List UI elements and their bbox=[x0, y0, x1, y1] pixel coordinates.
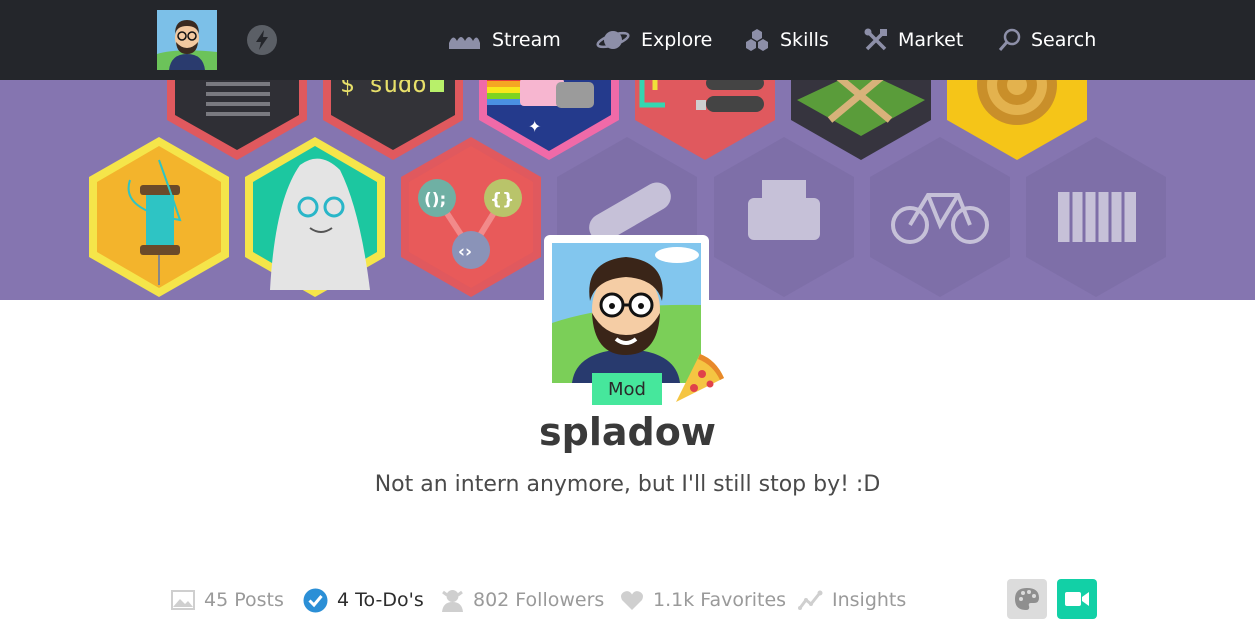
followers-icon bbox=[442, 590, 463, 612]
stat-todos[interactable]: 4 To-Do's bbox=[303, 586, 424, 614]
svg-text:();: (); bbox=[424, 190, 446, 210]
nav-market[interactable]: Market bbox=[864, 26, 963, 54]
code-toggle-hexagon[interactable] bbox=[635, 80, 775, 160]
piano-hexagon[interactable] bbox=[1026, 137, 1166, 297]
tree-rings-hexagon[interactable] bbox=[947, 80, 1087, 160]
top-navigation-bar: Stream Explore Skills Market Search bbox=[0, 0, 1255, 80]
nav-stream[interactable]: Stream bbox=[447, 26, 561, 54]
typewriter-hexagon[interactable] bbox=[714, 137, 854, 297]
nav-search-label: Search bbox=[1031, 29, 1097, 51]
stream-icon bbox=[449, 37, 480, 49]
image-icon bbox=[171, 590, 195, 610]
keyboard-skill-hexagon[interactable] bbox=[167, 80, 307, 160]
code-nodes-hexagon[interactable]: (); {} ‹› bbox=[401, 137, 541, 297]
video-camera-icon bbox=[1065, 592, 1089, 606]
palette-button[interactable] bbox=[1007, 579, 1047, 619]
insights-icon bbox=[798, 590, 823, 610]
nav-market-label: Market bbox=[898, 29, 964, 51]
stat-followers-label: 802 Followers bbox=[473, 589, 605, 611]
nav-skills[interactable]: Skills bbox=[745, 26, 829, 54]
stat-insights-label: Insights bbox=[832, 589, 907, 611]
stat-todos-label: 4 To-Do's bbox=[337, 589, 424, 611]
stat-followers[interactable]: 802 Followers bbox=[441, 586, 604, 614]
skills-icon bbox=[746, 29, 768, 51]
yeti-hexagon[interactable] bbox=[245, 137, 385, 297]
video-button[interactable] bbox=[1057, 579, 1097, 619]
lightning-icon[interactable] bbox=[247, 25, 277, 55]
nyan-cat-hexagon[interactable]: ✦ bbox=[479, 80, 619, 160]
profile-bio: Not an intern anymore, but I'll still st… bbox=[374, 472, 881, 497]
nav-stream-label: Stream bbox=[492, 29, 561, 51]
svg-text:‹›: ‹› bbox=[458, 242, 472, 262]
moderator-badge: Mod bbox=[592, 373, 662, 405]
sudo-text: $ sudo bbox=[340, 80, 427, 98]
search-icon bbox=[998, 28, 1021, 51]
nav-skills-label: Skills bbox=[780, 29, 829, 51]
nav-explore-label: Explore bbox=[641, 29, 713, 51]
minecraft-hexagon[interactable] bbox=[791, 80, 931, 160]
stat-posts[interactable]: 45 Posts bbox=[171, 586, 284, 614]
tools-icon bbox=[864, 28, 887, 51]
nav-search[interactable]: Search bbox=[998, 26, 1096, 54]
user-avatar-thumbnail[interactable] bbox=[157, 10, 217, 70]
svg-text:✦: ✦ bbox=[528, 117, 541, 136]
planet-icon bbox=[596, 31, 630, 49]
pizza-icon bbox=[672, 352, 726, 408]
svg-text:{}: {} bbox=[490, 190, 514, 210]
heart-icon bbox=[621, 590, 643, 610]
stat-posts-label: 45 Posts bbox=[204, 589, 284, 611]
stat-favorites-label: 1.1k Favorites bbox=[653, 589, 787, 611]
stat-favorites[interactable]: 1.1k Favorites bbox=[620, 586, 786, 614]
bicycle-hexagon[interactable] bbox=[870, 137, 1010, 297]
profile-username: spladow bbox=[539, 410, 716, 454]
palette-icon bbox=[1015, 588, 1039, 610]
check-circle-icon bbox=[303, 588, 328, 612]
thread-spool-hexagon[interactable] bbox=[89, 137, 229, 297]
stat-insights[interactable]: Insights bbox=[798, 586, 906, 614]
terminal-sudo-hexagon[interactable]: $ sudo bbox=[323, 80, 463, 160]
nav-explore[interactable]: Explore bbox=[596, 26, 712, 54]
